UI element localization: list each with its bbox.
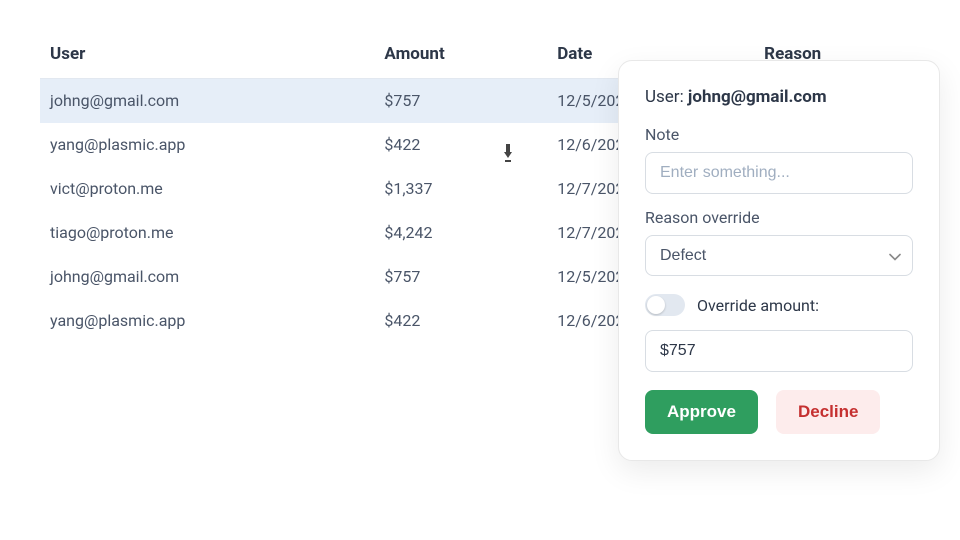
reason-override-label: Reason override bbox=[645, 208, 913, 227]
override-amount-input[interactable] bbox=[645, 330, 913, 372]
cell-user: yang@plasmic.app bbox=[40, 123, 374, 167]
cell-user: tiago@proton.me bbox=[40, 211, 374, 255]
col-user: User bbox=[40, 30, 374, 79]
cell-amount: $4,242 bbox=[374, 211, 547, 255]
decline-button[interactable]: Decline bbox=[776, 390, 880, 434]
panel-user: User: johng@gmail.com bbox=[645, 87, 913, 107]
col-amount: Amount bbox=[374, 30, 547, 79]
cell-amount: $757 bbox=[374, 79, 547, 123]
override-amount-label: Override amount: bbox=[697, 296, 819, 315]
cell-user: johng@gmail.com bbox=[40, 79, 374, 123]
note-label: Note bbox=[645, 125, 913, 144]
cell-amount: $422 bbox=[374, 299, 547, 343]
override-amount-toggle[interactable] bbox=[645, 294, 685, 316]
cell-user: yang@plasmic.app bbox=[40, 299, 374, 343]
approve-button[interactable]: Approve bbox=[645, 390, 758, 434]
toggle-knob bbox=[647, 296, 665, 314]
cell-amount: $422 bbox=[374, 123, 547, 167]
panel-user-value: johng@gmail.com bbox=[688, 87, 827, 107]
note-input[interactable] bbox=[645, 152, 913, 194]
detail-panel: User: johng@gmail.com Note Reason overri… bbox=[618, 60, 940, 461]
cell-user: vict@proton.me bbox=[40, 167, 374, 211]
cell-amount: $1,337 bbox=[374, 167, 547, 211]
reason-override-select[interactable]: Defect bbox=[645, 235, 913, 276]
cell-amount: $757 bbox=[374, 255, 547, 299]
panel-user-label: User: bbox=[645, 87, 688, 107]
cell-user: johng@gmail.com bbox=[40, 255, 374, 299]
